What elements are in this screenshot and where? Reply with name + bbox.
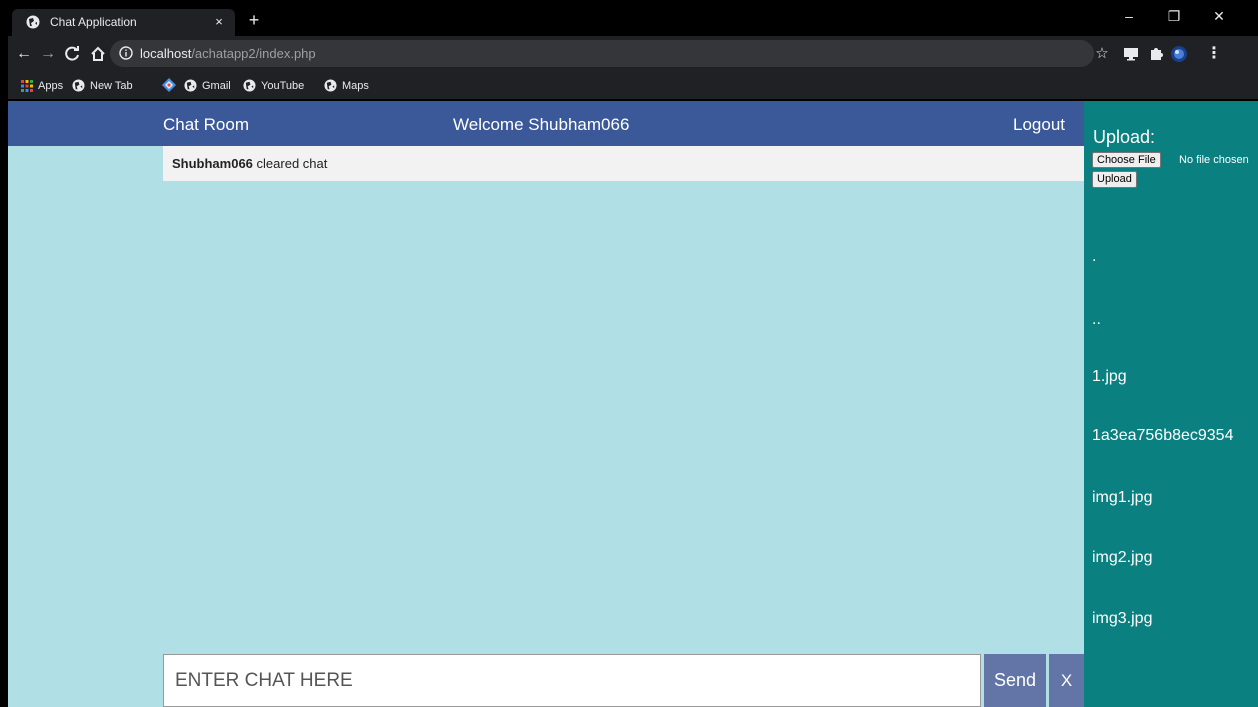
chat-message: Shubham066 cleared chat bbox=[172, 156, 327, 172]
file-list-item[interactable]: img2.jpg bbox=[1092, 548, 1152, 568]
tab-bar: Chat Application × + – ❐ ✕ bbox=[8, 0, 1258, 36]
info-icon[interactable] bbox=[119, 46, 133, 60]
file-list-item[interactable]: img3.jpg bbox=[1092, 609, 1152, 629]
minimize-icon[interactable]: – bbox=[1119, 8, 1139, 24]
bookmark-new-tab-label: New Tab bbox=[90, 80, 133, 92]
bookmark-apps[interactable]: Apps bbox=[21, 78, 63, 94]
tab-chat-application[interactable]: Chat Application × bbox=[12, 9, 235, 36]
bookmark-maps[interactable]: Maps bbox=[324, 78, 369, 94]
reload-icon[interactable] bbox=[62, 44, 82, 64]
bookmark-youtube[interactable]: YouTube bbox=[243, 78, 304, 94]
back-arrow-icon[interactable]: ← bbox=[14, 44, 34, 64]
chat-page: Chat Room Welcome Shubham066 Logout Shub… bbox=[8, 101, 1258, 707]
file-list-item[interactable]: . bbox=[1092, 247, 1096, 267]
home-icon[interactable] bbox=[88, 44, 108, 64]
upload-sidebar: Upload: Choose File No file chosen Uploa… bbox=[1084, 101, 1258, 707]
choose-file-button[interactable]: Choose File bbox=[1092, 152, 1161, 168]
bookmark-youtube-label: YouTube bbox=[261, 80, 305, 92]
file-status: No file chosen bbox=[1179, 154, 1249, 166]
message-text: cleared chat bbox=[252, 156, 328, 171]
bookmark-star-icon[interactable]: ☆ bbox=[1092, 44, 1112, 64]
profile-avatar-icon[interactable] bbox=[1169, 44, 1189, 64]
logout-link[interactable]: Logout bbox=[1013, 114, 1065, 136]
bookmarks-bar: Apps New Tab Gmail YouTube Maps bbox=[8, 72, 1258, 100]
welcome-text: Welcome Shubham066 bbox=[453, 115, 630, 134]
globe-icon bbox=[72, 79, 85, 92]
upload-title: Upload: bbox=[1093, 127, 1156, 147]
send-button[interactable]: Send bbox=[984, 654, 1046, 707]
message-user: Shubham066 bbox=[172, 156, 253, 171]
globe-icon bbox=[26, 15, 40, 29]
diamond-logo-icon bbox=[162, 78, 176, 92]
close-tab-icon[interactable]: × bbox=[210, 13, 228, 31]
file-list-item[interactable]: .. bbox=[1092, 310, 1101, 330]
window-edge bbox=[0, 0, 8, 707]
file-list-item[interactable]: 1.jpg bbox=[1092, 367, 1127, 387]
close-window-icon[interactable]: ✕ bbox=[1209, 8, 1229, 24]
url-text: localhost/achatapp2/index.php bbox=[140, 46, 316, 61]
chat-log: Shubham066 cleared chat bbox=[163, 146, 1084, 181]
bookmark-maps-label: Maps bbox=[342, 80, 369, 92]
bookmark-gmail-label: Gmail bbox=[202, 80, 231, 92]
browser-window: Chat Application × + – ❐ ✕ ← → localhost… bbox=[8, 0, 1258, 707]
clear-button[interactable]: X bbox=[1049, 654, 1084, 707]
bookmark-apps-label: Apps bbox=[38, 80, 64, 92]
tab-title: Chat Application bbox=[50, 15, 137, 29]
file-list-item[interactable]: img1.jpg bbox=[1092, 488, 1152, 508]
bookmark-new-tab[interactable]: New Tab bbox=[72, 78, 133, 94]
new-tab-button[interactable]: + bbox=[244, 10, 264, 30]
globe-icon bbox=[184, 79, 197, 92]
address-bar[interactable]: localhost/achatapp2/index.php bbox=[110, 40, 1094, 67]
file-list-item[interactable]: 1a3ea756b8ec9354 bbox=[1092, 426, 1233, 446]
bookmark-gmail[interactable]: Gmail bbox=[184, 78, 231, 94]
browser-toolbar: ← → localhost/achatapp2/index.php ☆ ⋮ bbox=[8, 36, 1258, 72]
chat-input[interactable] bbox=[163, 654, 981, 707]
restore-icon[interactable]: ❐ bbox=[1164, 8, 1184, 24]
cast-icon[interactable] bbox=[1121, 44, 1141, 64]
url-path: /achatapp2/index.php bbox=[191, 46, 316, 61]
chat-header: Chat Room Welcome Shubham066 Logout bbox=[8, 101, 1084, 146]
globe-icon bbox=[243, 79, 256, 92]
forward-arrow-icon[interactable]: → bbox=[38, 44, 58, 64]
url-host: localhost bbox=[140, 46, 192, 61]
bookmark-diamond[interactable] bbox=[162, 78, 181, 94]
upload-button[interactable]: Upload bbox=[1092, 171, 1137, 188]
extensions-icon[interactable] bbox=[1146, 44, 1166, 64]
browser-menu-icon[interactable]: ⋮ bbox=[1204, 44, 1224, 64]
apps-grid-icon bbox=[21, 80, 33, 92]
globe-icon bbox=[324, 79, 337, 92]
chat-room-title: Chat Room bbox=[163, 115, 249, 134]
